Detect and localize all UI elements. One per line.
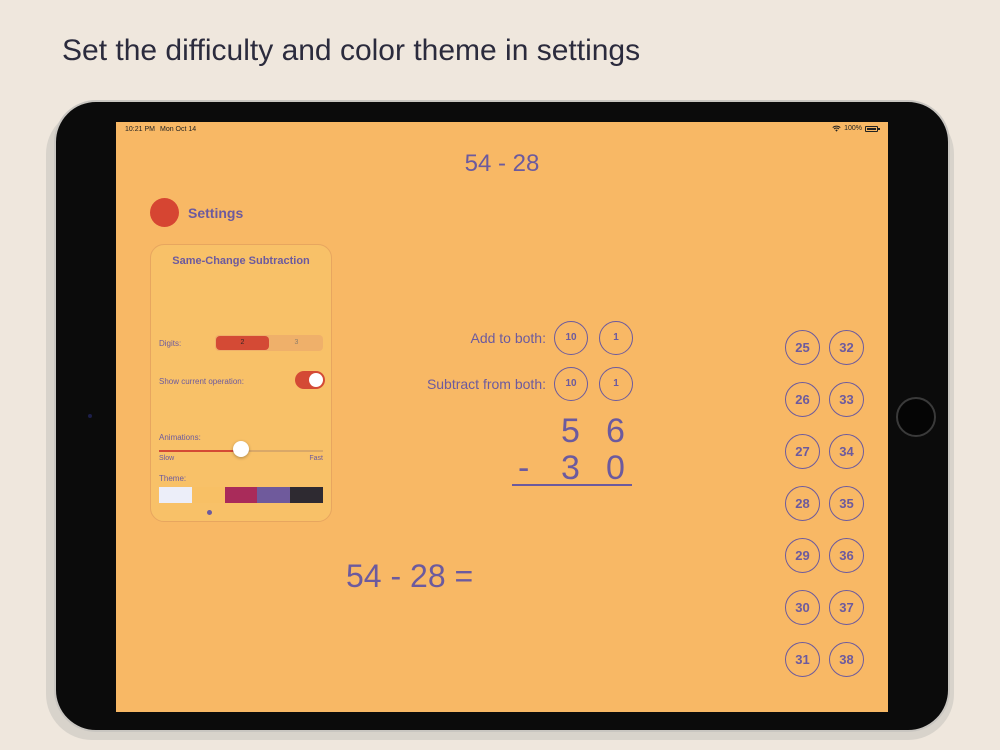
subtract-10-button[interactable]: 10: [554, 367, 588, 401]
add-10-button[interactable]: 10: [554, 321, 588, 355]
toggle-knob: [309, 373, 323, 387]
status-time: 10:21 PM: [125, 126, 155, 133]
battery-percent: 100%: [844, 125, 862, 132]
top-tens-digit: 5: [561, 412, 580, 450]
slider-min-label: Slow: [159, 455, 175, 462]
add-to-both-label: Add to both:: [470, 330, 546, 346]
answer-choice[interactable]: 34: [829, 434, 864, 469]
slider-max-label: Fast: [309, 455, 323, 462]
answer-choice[interactable]: 26: [785, 382, 820, 417]
animations-label: Animations:: [159, 433, 201, 442]
equation-prompt: 54 - 28 =: [346, 558, 474, 594]
digits-label: Digits:: [159, 339, 182, 348]
settings-panel: Same-Change Subtraction Digits: 2 3 Show…: [150, 244, 332, 522]
problem-header: 54 - 28: [464, 150, 540, 177]
answer-choice[interactable]: 32: [829, 330, 864, 365]
app-screen: 10:21 PM Mon Oct 14 100% 54 - 28 Setting…: [116, 122, 888, 712]
answer-choice[interactable]: 30: [785, 590, 820, 625]
subtract-from-both-label: Subtract from both:: [426, 376, 546, 392]
minus-sign: -: [518, 449, 530, 487]
status-date: Mon Oct 14: [160, 126, 197, 133]
top-ones-digit: 6: [606, 412, 625, 450]
animation-slider-fill: [159, 450, 241, 452]
digits-segmented-control: 2 3: [215, 335, 323, 351]
battery-icon: [865, 125, 880, 132]
theme-swatch-1[interactable]: [159, 487, 192, 503]
page-caption: Set the difficulty and color theme in se…: [62, 34, 641, 67]
panel-title: Same-Change Subtraction: [172, 255, 310, 267]
answer-choice[interactable]: 38: [829, 642, 864, 677]
theme-swatch-4[interactable]: [257, 487, 291, 503]
show-operation-label: Show current operation:: [159, 377, 244, 386]
answer-choice[interactable]: 29: [785, 538, 820, 573]
answer-choice[interactable]: 28: [785, 486, 820, 521]
bottom-ones-digit: 0: [606, 449, 625, 487]
show-operation-toggle[interactable]: [295, 371, 325, 389]
status-right: 100%: [832, 125, 880, 132]
theme-label: Theme:: [159, 474, 187, 483]
sum-line: [512, 484, 632, 486]
answer-choice[interactable]: 37: [829, 590, 864, 625]
theme-swatches: [159, 487, 323, 503]
answer-choice[interactable]: 27: [785, 434, 820, 469]
theme-swatch-2[interactable]: [191, 487, 225, 503]
settings-button[interactable]: [150, 198, 179, 227]
digits-option-3[interactable]: 3: [270, 335, 323, 351]
digits-option-2[interactable]: 2: [216, 336, 269, 350]
page-indicator: [207, 510, 212, 515]
animation-slider-thumb[interactable]: [233, 441, 249, 457]
home-button[interactable]: [896, 397, 936, 437]
theme-swatch-5[interactable]: [290, 487, 323, 503]
bottom-tens-digit: 3: [561, 449, 580, 487]
add-1-button[interactable]: 1: [599, 321, 633, 355]
theme-swatch-3[interactable]: [224, 487, 258, 503]
front-camera: [88, 414, 92, 418]
wifi-icon: [832, 125, 841, 132]
subtract-1-button[interactable]: 1: [599, 367, 633, 401]
answer-choice[interactable]: 33: [829, 382, 864, 417]
answer-choice[interactable]: 35: [829, 486, 864, 521]
answer-choice[interactable]: 25: [785, 330, 820, 365]
answer-choice[interactable]: 36: [829, 538, 864, 573]
status-bar: 10:21 PM Mon Oct 14 100%: [116, 122, 888, 138]
answer-choice[interactable]: 31: [785, 642, 820, 677]
settings-label[interactable]: Settings: [188, 205, 243, 221]
